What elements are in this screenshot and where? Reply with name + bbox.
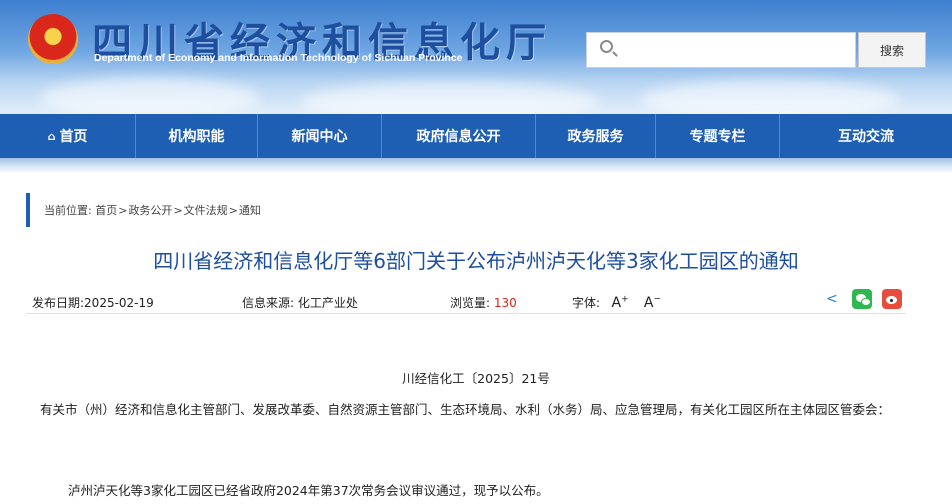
publish-date: 发布日期:2025-02-19 [32,294,154,311]
nav-item-home[interactable]: ⌂ 首页 [0,114,136,158]
share-icon[interactable]: < [826,292,840,306]
national-emblem-icon [28,14,78,64]
views-value: 130 [493,296,517,310]
info-source: 信息来源: 化工产业处 [242,294,358,311]
weibo-icon[interactable] [882,289,902,309]
home-icon: ⌂ [47,129,56,143]
breadcrumb-separator: > [173,204,183,217]
source-label: 信息来源: [242,296,295,310]
font-smaller-sign: − [653,294,662,305]
search-icon [600,40,613,53]
nav-item-label: 新闻中心 [291,129,348,145]
header-cloud [40,78,260,114]
article-meta: 发布日期:2025-02-19 信息来源: 化工产业处 浏览量: 130 字体:… [26,287,906,314]
source-value: 化工产业处 [297,296,358,310]
nav-item-organization[interactable]: 机构职能 [136,114,258,158]
nav-item-topics[interactable]: 专题专栏 [656,114,780,158]
views-label: 浏览量: [450,296,491,310]
nav-item-label: 互动交流 [838,129,894,145]
nav-item-label: 政务服务 [567,129,624,145]
nav-item-news[interactable]: 新闻中心 [258,114,382,158]
publish-date-value: 2025-02-19 [84,296,154,310]
breadcrumb-item-notice[interactable]: 通知 [239,204,261,217]
breadcrumb-accent [26,193,30,227]
font-smaller-button[interactable]: A− [644,294,662,311]
nav-item-label: 政府信息公开 [416,129,501,145]
breadcrumb-separator: > [228,204,238,217]
publish-label: 发布日期: [32,296,85,310]
main-nav: ⌂ 首页 机构职能 新闻中心 政府信息公开 政务服务 专题专栏 互动交流 [0,114,952,158]
nav-item-label: 机构职能 [168,129,225,145]
view-count: 浏览量: 130 [450,294,517,311]
body-paragraph: 泸州泸天化等3家化工园区已经省政府2024年第37次常务会议审议通过，现予以公布… [68,483,549,498]
breadcrumb-item-home[interactable]: 首页 [95,204,117,217]
search-button[interactable]: 搜索 [858,32,926,68]
font-label: 字体: [572,296,601,310]
nav-item-gov-info[interactable]: 政府信息公开 [382,114,536,158]
font-larger-glyph: A [611,295,622,311]
header-cloud [300,82,600,114]
header-cloud [640,80,900,114]
breadcrumb: 当前位置: 首页>政务公开>文件法规>通知 [44,202,261,218]
font-size-controls: 字体: A+ A− [572,294,661,311]
nav-shadow-strip [0,158,952,172]
nav-item-services[interactable]: 政务服务 [536,114,656,158]
wechat-icon[interactable] [852,289,872,309]
document-number: 川经信化工〔2025〕21号 [402,371,550,386]
breadcrumb-separator: > [118,204,128,217]
nav-item-interaction[interactable]: 互动交流 [780,114,952,158]
nav-item-label: 首页 [59,129,88,145]
font-larger-button[interactable]: A+ [611,294,629,311]
font-larger-sign: + [621,294,629,305]
breadcrumb-item-regulations[interactable]: 文件法规 [184,204,228,217]
site-subtitle: Department of Economy and Information Te… [94,52,463,64]
addressee-paragraph: 有关市（州）经济和信息化主管部门、发展改革委、自然资源主管部门、生态环境局、水利… [40,402,891,417]
breadcrumb-item-gov-affairs[interactable]: 政务公开 [128,204,172,217]
breadcrumb-prefix: 当前位置: [44,204,92,217]
article-title: 四川省经济和信息化厅等6部门关于公布泸州泸天化等3家化工园区的通知 [153,249,799,273]
search-input[interactable] [586,32,856,68]
nav-item-label: 专题专栏 [689,129,746,145]
